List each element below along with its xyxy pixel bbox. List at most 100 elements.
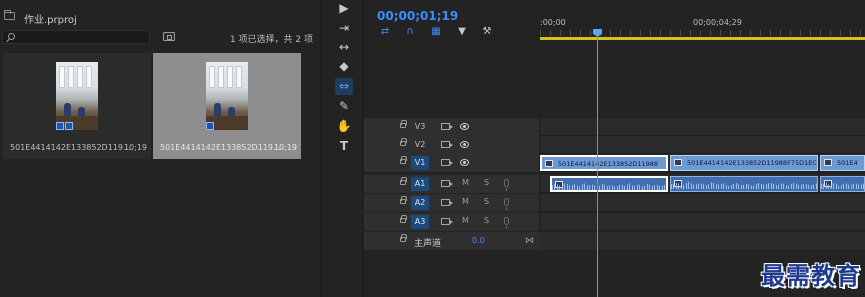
selection-status: 1 项已选择，共 2 项 (229, 35, 313, 45)
watermark-logo: 最需教育 (761, 261, 861, 290)
track-label-a1[interactable]: A1 (411, 177, 429, 191)
video-clip-label: 501E4414142E133852D11988F75D1EC (687, 159, 817, 167)
sync-lock-icon[interactable] (441, 199, 453, 206)
sequence-panel: 00;00;01;19 ⇄ ∩ ▦ ▼ ⚒ :00;00 00;00;04;29… (364, 0, 865, 297)
mic-icon[interactable] (504, 198, 509, 210)
clip-name: 501E4414142E133852D119... (10, 143, 131, 152)
audio-badge-icon (65, 122, 73, 130)
solo-button[interactable]: S (484, 216, 489, 225)
sync-lock-icon[interactable] (441, 141, 453, 148)
video-clip[interactable]: 501E4 (820, 155, 865, 171)
razor-tool-icon[interactable]: ◆ (335, 58, 353, 75)
new-bin-from-search-button[interactable] (163, 32, 175, 41)
sync-lock-icon[interactable] (441, 123, 453, 130)
eye-icon[interactable] (460, 123, 469, 130)
audio-clip[interactable] (550, 176, 668, 192)
clip-type-badges (56, 122, 73, 130)
audio-clip[interactable] (670, 176, 818, 192)
track-label-a3[interactable]: A3 (411, 215, 429, 229)
sync-lock-icon[interactable] (441, 159, 453, 166)
clip-duration: 10;19 (273, 143, 297, 152)
clip-type-badges (206, 122, 214, 130)
hand-tool-icon[interactable]: ✋ (335, 118, 353, 135)
clip-thumbnail (206, 62, 248, 130)
search-input[interactable] (19, 31, 147, 43)
solo-button[interactable]: S (484, 178, 489, 187)
video-clip-label: 501E4 (837, 159, 858, 167)
lock-icon[interactable] (400, 234, 407, 242)
track-label-v2[interactable]: V2 (411, 138, 429, 152)
clip-name: 501E4414142E133852D119... (160, 143, 281, 152)
fx-badge-icon (824, 159, 832, 166)
lock-icon[interactable] (400, 120, 407, 128)
mute-button[interactable]: M (462, 216, 469, 225)
project-search[interactable] (2, 30, 150, 44)
pen-tool-icon[interactable]: ✎ (335, 98, 353, 115)
audio-clip[interactable] (820, 176, 865, 192)
sync-lock-icon[interactable] (441, 218, 453, 225)
lock-icon[interactable] (400, 156, 407, 164)
playhead-timecode[interactable]: 00;00;01;19 (377, 9, 458, 23)
selection-tool-icon[interactable]: ▶ (335, 0, 353, 17)
snap-magnet-icon[interactable]: ∩ (404, 26, 416, 38)
track-header-a3: A3 M S (364, 213, 540, 231)
audio-waveform (671, 181, 817, 189)
type-tool-icon[interactable]: T (335, 138, 353, 155)
tools-panel: ▶ ⇥ ↔ ◆ ⇔ ✎ ✋ T (325, 0, 363, 297)
fx-badge-icon (674, 159, 682, 166)
track-header-a2: A2 M S (364, 194, 540, 212)
ruler-ticks (540, 30, 865, 36)
bin-icon[interactable] (4, 10, 15, 20)
playhead-line[interactable] (597, 37, 598, 297)
lock-icon[interactable] (400, 177, 407, 185)
project-panel: 作业.prproj 1 项已选择，共 2 项 501E4414142E13385… (0, 0, 322, 297)
fx-badge-icon (545, 160, 553, 167)
mute-button[interactable]: M (462, 178, 469, 187)
lock-icon[interactable] (400, 196, 407, 204)
ripple-edit-tool-icon[interactable]: ↔ (335, 39, 353, 56)
eye-icon[interactable] (460, 141, 469, 148)
work-area-bar[interactable] (540, 37, 865, 40)
project-item[interactable]: 501E4414142E133852D119... 10;19 (153, 53, 301, 159)
master-track-row: 主声道 0.0 ⋈ (364, 232, 865, 250)
clip-duration: 10;19 (123, 143, 147, 152)
sync-lock-icon[interactable] (441, 180, 453, 187)
project-item[interactable]: 501E4414142E133852D119... 10;19 (3, 53, 151, 159)
track-header-v3: V3 (364, 118, 540, 136)
track-row-v3: V3 (364, 118, 865, 136)
add-marker-icon[interactable]: ▼ (456, 26, 468, 38)
insert-nest-icon[interactable]: ⇄ (379, 26, 391, 38)
project-title: 作业.prproj (24, 15, 77, 26)
slip-tool-icon[interactable]: ⇔ (335, 78, 353, 95)
track-label-a2[interactable]: A2 (411, 196, 429, 210)
video-clip-label: 501E4414142E133852D11988 (558, 160, 659, 168)
video-badge-icon (206, 122, 214, 130)
lock-icon[interactable] (400, 138, 407, 146)
video-clip[interactable]: 501E4414142E133852D11988F75D1EC (670, 155, 818, 171)
solo-button[interactable]: S (484, 197, 489, 206)
mute-button[interactable]: M (462, 197, 469, 206)
track-row-a1: A1 M S (364, 175, 865, 193)
master-track-header: 主声道 0.0 ⋈ (364, 232, 540, 250)
track-select-tool-icon[interactable]: ⇥ (335, 20, 353, 37)
eye-icon[interactable] (460, 159, 469, 166)
track-row-v2: V2 (364, 136, 865, 154)
mic-icon[interactable] (504, 217, 509, 229)
clip-thumbnail (56, 62, 98, 130)
time-ruler[interactable]: :00;00 00;00;04;29 (540, 0, 865, 40)
go-to-end-icon[interactable]: ⋈ (525, 236, 534, 246)
master-volume-value[interactable]: 0.0 (472, 236, 485, 245)
mic-icon[interactable] (504, 179, 509, 191)
timeline-settings-wrench-icon[interactable]: ⚒ (481, 26, 493, 38)
track-label-v1[interactable]: V1 (411, 156, 429, 170)
video-clip[interactable]: 501E4414142E133852D11988 (540, 155, 668, 171)
lock-icon[interactable] (400, 215, 407, 223)
track-header-v1: V1 (364, 154, 540, 172)
linked-selection-icon[interactable]: ▦ (430, 26, 442, 38)
ruler-label-mid: 00;00;04;29 (693, 18, 742, 27)
track-area: V3 V2 V1 501E4414142E133852D11988 501E44… (364, 118, 865, 250)
ruler-label-start: :00;00 (540, 18, 566, 27)
master-track-label: 主声道 (414, 239, 442, 249)
track-row-a2: A2 M S (364, 194, 865, 212)
track-label-v3[interactable]: V3 (411, 120, 429, 134)
